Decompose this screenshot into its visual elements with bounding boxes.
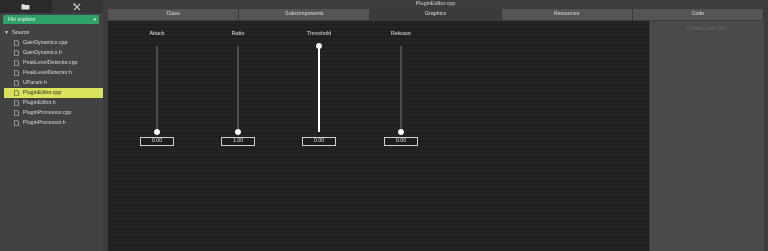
tree-item[interactable]: PluginEditor.h	[0, 98, 103, 108]
properties-panel: (nothing selected)	[650, 21, 764, 251]
tab-tools[interactable]	[52, 0, 104, 13]
slider-track[interactable]	[400, 46, 402, 132]
tree-item-label: UParam.h	[23, 80, 47, 86]
tree-item-label: PeakLevelDetector.cpp	[23, 60, 78, 66]
tree-item[interactable]: PluginProcessor.cpp	[0, 108, 103, 118]
tree-item-label: PluginProcessor.cpp	[23, 110, 72, 116]
slider-threshold: Threshold 0.00	[299, 31, 339, 171]
tree-item-label: PluginEditor.cpp	[23, 90, 62, 96]
tree-item[interactable]: PluginEditor.cpp	[4, 88, 103, 98]
slider-thumb[interactable]	[316, 43, 322, 49]
tree-item-label: GainDynamics.h	[23, 50, 62, 56]
file-icon	[14, 100, 19, 106]
file-icon	[14, 90, 19, 96]
tree-item[interactable]: UParam.h	[0, 78, 103, 88]
slider-label: Threshold	[306, 31, 332, 37]
slider-value-box[interactable]: 0.00	[384, 137, 418, 146]
slider-label: Release	[390, 31, 412, 37]
file-icon	[14, 110, 19, 116]
window-title: PluginEditor.cpp	[415, 1, 456, 7]
slider-value-box[interactable]: 1.00	[221, 137, 255, 146]
tree-item-label: PeakLevelDetector.h	[23, 70, 72, 76]
tree-item[interactable]: GainDynamics.h	[0, 48, 103, 58]
file-explorer-label: File explorer	[8, 16, 36, 23]
sidebar-tabs	[0, 0, 103, 13]
tools-icon	[73, 2, 81, 10]
folder-icon	[21, 4, 30, 10]
slider-thumb[interactable]	[154, 129, 160, 135]
slider-label: Ratio	[231, 31, 245, 37]
tab-resources[interactable]: Resources	[501, 9, 633, 20]
editor-tabs: Class Subcomponents Graphics Resources Code	[108, 9, 765, 20]
tab-subcomponents[interactable]: Subcomponents	[239, 9, 371, 20]
file-icon	[14, 60, 19, 66]
properties-placeholder: (nothing selected)	[687, 26, 727, 32]
tree-item-label: GainDynamics.cpp	[23, 40, 68, 46]
tree-item[interactable]: PluginProcessor.h	[0, 118, 103, 128]
tree-item-label: PluginProcessor.h	[23, 120, 66, 126]
file-icon	[14, 120, 19, 126]
component-canvas[interactable]: Attack 0.00 Ratio 1.00 Threshold 0.00 Release 0…	[108, 21, 649, 251]
file-icon	[14, 50, 19, 56]
tree-item[interactable]: GainDynamics.cpp	[0, 38, 103, 48]
slider-attack: Attack 0.00	[137, 31, 177, 171]
slider-fill	[318, 46, 320, 132]
file-tree: ▼ Source GainDynamics.cpp GainDynamics.h P…	[0, 28, 103, 128]
slider-track[interactable]	[237, 46, 239, 132]
file-explorer-dropdown[interactable]: File explorer ▾	[3, 15, 99, 24]
tree-group-source[interactable]: ▼ Source	[0, 28, 103, 38]
tree-item[interactable]: PeakLevelDetector.cpp	[0, 58, 103, 68]
tab-graphics[interactable]: Graphics	[370, 9, 502, 20]
slider-release: Release 0.00	[381, 31, 421, 171]
tab-code[interactable]: Code	[632, 9, 765, 20]
tab-file-browser[interactable]	[0, 0, 52, 13]
slider-value-box[interactable]: 0.00	[302, 137, 336, 146]
chevron-down-icon: ▾	[93, 17, 96, 23]
file-icon	[14, 80, 19, 86]
slider-track[interactable]	[156, 46, 158, 132]
tree-group-label: Source	[11, 30, 30, 36]
tree-item-label: PluginEditor.h	[23, 100, 56, 106]
tree-item[interactable]: PeakLevelDetector.h	[0, 68, 103, 78]
file-icon	[14, 40, 19, 46]
slider-label: Attack	[149, 31, 165, 37]
file-icon	[14, 70, 19, 76]
tab-class[interactable]: Class	[108, 9, 240, 20]
slider-value-box[interactable]: 0.00	[140, 137, 174, 146]
expand-triangle-icon: ▼	[4, 30, 9, 36]
slider-thumb[interactable]	[398, 129, 404, 135]
slider-ratio: Ratio 1.00	[218, 31, 258, 171]
sidebar: File explorer ▾ ▼ Source GainDynamics.cp…	[0, 0, 103, 251]
slider-thumb[interactable]	[235, 129, 241, 135]
